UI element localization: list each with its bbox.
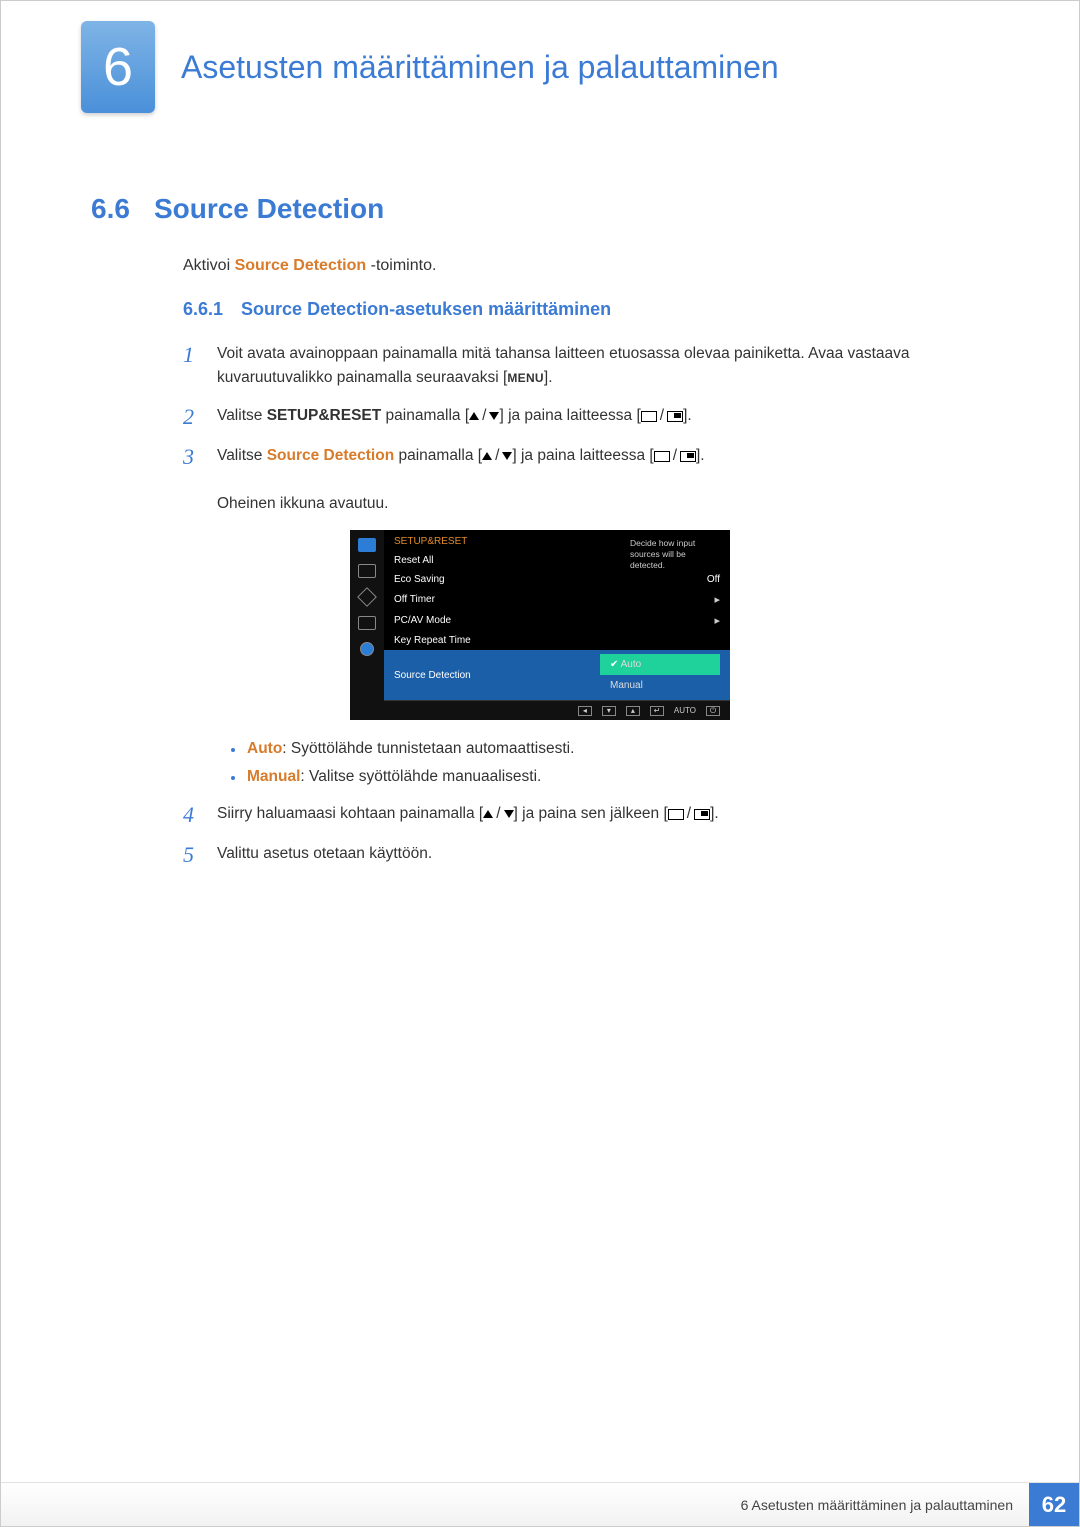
step-5: 5 Valittu asetus otetaan käyttöön.	[183, 842, 989, 868]
osd-row-offtimer: Off Timer▸	[384, 589, 730, 610]
bullet-auto: Auto: Syöttölähde tunnistetaan automaatt…	[231, 740, 989, 758]
section-title: Source Detection	[154, 193, 384, 225]
step-num-4: 4	[183, 802, 201, 828]
step-2: 2 Valitse SETUP&RESET painamalla [ / ] j…	[183, 404, 989, 430]
select-icon: /	[668, 802, 710, 826]
osd-footer: ◂ ▾ ▴ ↵ AUTO ⏻	[384, 700, 730, 720]
osd-row-keyrepeat: Key Repeat Time	[384, 631, 730, 650]
osd-option-manual: Manual	[600, 675, 720, 696]
page-footer: 6 Asetusten määrittäminen ja palauttamin…	[1, 1482, 1079, 1526]
osd-sidebar-icon	[358, 538, 376, 552]
osd-power-icon: ⏻	[706, 706, 720, 716]
osd-row-pcav: PC/AV Mode▸	[384, 610, 730, 631]
section-number: 6.6	[91, 193, 130, 225]
osd-sidebar-icon	[360, 642, 374, 656]
step-4: 4 Siirry haluamaasi kohtaan painamalla […	[183, 802, 989, 828]
osd-nav-enter-icon: ↵	[650, 706, 664, 716]
osd-auto-label: AUTO	[674, 706, 696, 715]
page-header: 6 Asetusten määrittäminen ja palauttamin…	[1, 1, 1079, 113]
subsection-heading: 6.6.1 Source Detection-asetuksen määritt…	[183, 299, 989, 320]
osd-nav-up-icon: ▴	[626, 706, 640, 716]
chapter-number-badge: 6	[81, 21, 155, 113]
intro-text: Aktivoi Source Detection -toiminto.	[183, 257, 989, 275]
step-num-1: 1	[183, 342, 201, 368]
osd-row-source-detection: Source Detection Auto Manual	[384, 650, 730, 700]
step-num-3: 3	[183, 444, 201, 470]
osd-nav-down-icon: ▾	[602, 706, 616, 716]
page-number: 62	[1029, 1483, 1079, 1526]
step-3: 3 Valitse Source Detection painamalla [ …	[183, 444, 989, 516]
osd-row-eco: Eco SavingOff	[384, 570, 730, 589]
osd-submenu: Auto Manual	[600, 654, 720, 696]
up-down-icon: /	[469, 404, 499, 428]
select-icon: /	[641, 404, 683, 428]
up-down-icon: /	[483, 802, 513, 826]
osd-sidebar	[350, 530, 384, 720]
select-icon: /	[654, 444, 696, 468]
option-bullets: Auto: Syöttölähde tunnistetaan automaatt…	[231, 740, 989, 786]
step-1: 1 Voit avata avainoppaan painamalla mitä…	[183, 342, 989, 390]
osd-nav-left-icon: ◂	[578, 706, 592, 716]
footer-chapter-label: 6 Asetusten määrittäminen ja palauttamin…	[741, 1497, 1013, 1513]
osd-menu: SETUP&RESET Reset All Eco SavingOff Off …	[350, 530, 730, 720]
bullet-manual: Manual: Valitse syöttölähde manuaalisest…	[231, 768, 989, 786]
step-num-5: 5	[183, 842, 201, 868]
osd-sidebar-icon	[357, 587, 377, 607]
step-list: 1 Voit avata avainoppaan painamalla mitä…	[183, 342, 989, 516]
osd-description: Decide how input sources will be detecte…	[630, 538, 720, 571]
step-num-2: 2	[183, 404, 201, 430]
subsection-number: 6.6.1	[183, 299, 223, 320]
up-down-icon: /	[482, 444, 512, 468]
osd-sidebar-icon	[358, 564, 376, 578]
subsection-title: Source Detection-asetuksen määrittäminen	[241, 299, 611, 320]
osd-option-auto: Auto	[600, 654, 720, 675]
osd-sidebar-icon	[358, 616, 376, 630]
menu-label: MENU	[507, 371, 544, 385]
section-heading: 6.6 Source Detection	[91, 193, 989, 225]
chapter-title: Asetusten määrittäminen ja palauttaminen	[181, 49, 779, 86]
step-list-continued: 4 Siirry haluamaasi kohtaan painamalla […	[183, 802, 989, 868]
